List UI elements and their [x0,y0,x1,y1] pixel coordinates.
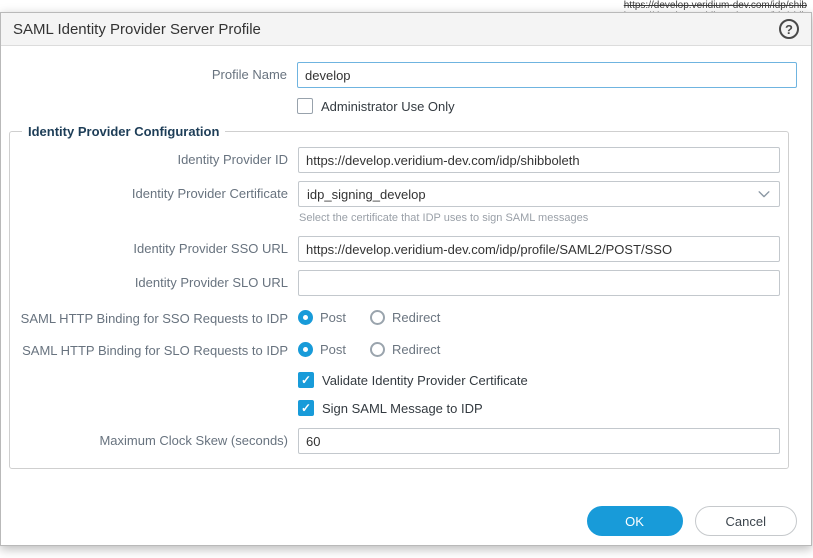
ok-button[interactable]: OK [587,506,683,536]
slo-binding-redirect-radio[interactable] [370,342,385,357]
saml-idp-server-profile-dialog: SAML Identity Provider Server Profile ? … [0,12,812,546]
slo-binding-label: SAML HTTP Binding for SLO Requests to ID… [10,338,298,358]
sso-binding-post-option[interactable]: Post [298,310,346,325]
sso-binding-redirect-option[interactable]: Redirect [370,310,440,325]
idp-certificate-select[interactable]: idp_signing_develop [298,181,780,207]
help-icon[interactable]: ? [779,19,799,39]
sso-binding-row: SAML HTTP Binding for SSO Requests to ID… [10,306,780,326]
identity-provider-configuration-legend: Identity Provider Configuration [22,124,225,139]
sso-binding-post-radio[interactable] [298,310,313,325]
cancel-button[interactable]: Cancel [695,506,797,536]
dialog-footer: OK Cancel [587,506,797,536]
idp-id-input[interactable] [298,147,780,173]
slo-binding-radio-group: Post Redirect [298,338,780,357]
slo-binding-post-option[interactable]: Post [298,342,346,357]
profile-name-label: Profile Name [1,62,297,82]
admin-use-only-label: Administrator Use Only [321,99,455,114]
profile-name-input[interactable] [297,62,797,88]
idp-certificate-help-row: Select the certificate that IDP uses to … [10,209,780,226]
dialog-header: SAML Identity Provider Server Profile ? [1,13,811,46]
sign-saml-label: Sign SAML Message to IDP [322,401,483,416]
validate-cert-checkbox[interactable]: ✓ [298,372,314,388]
sso-binding-radio-group: Post Redirect [298,306,780,325]
idp-id-label: Identity Provider ID [10,147,298,167]
idp-certificate-label: Identity Provider Certificate [10,181,298,201]
slo-binding-post-radio[interactable] [298,342,313,357]
idp-slo-url-row: Identity Provider SLO URL [10,270,780,296]
dialog-body: Profile Name Administrator Use Only Iden… [1,46,811,469]
clock-skew-input[interactable] [298,428,780,454]
idp-slo-url-input[interactable] [298,270,780,296]
identity-provider-configuration-group: Identity Provider Configuration Identity… [9,124,789,469]
clock-skew-row: Maximum Clock Skew (seconds) [10,428,780,454]
idp-sso-url-row: Identity Provider SSO URL [10,236,780,262]
clock-skew-label: Maximum Clock Skew (seconds) [10,428,298,448]
sign-saml-checkbox[interactable]: ✓ [298,400,314,416]
idp-certificate-help-text: Select the certificate that IDP uses to … [298,209,780,226]
dialog-title: SAML Identity Provider Server Profile [13,21,261,38]
admin-use-only-row: Administrator Use Only [1,96,797,114]
idp-slo-url-label: Identity Provider SLO URL [10,270,298,290]
slo-binding-row: SAML HTTP Binding for SLO Requests to ID… [10,338,780,358]
idp-id-row: Identity Provider ID [10,147,780,173]
idp-certificate-row: Identity Provider Certificate idp_signin… [10,181,780,207]
validate-cert-row: ✓ Validate Identity Provider Certificate [10,370,780,388]
admin-use-only-checkbox[interactable] [297,98,313,114]
profile-name-row: Profile Name [1,62,797,88]
sign-saml-row: ✓ Sign SAML Message to IDP [10,398,780,416]
idp-sso-url-label: Identity Provider SSO URL [10,236,298,256]
validate-cert-label: Validate Identity Provider Certificate [322,373,528,388]
slo-binding-redirect-option[interactable]: Redirect [370,342,440,357]
idp-certificate-value: idp_signing_develop [307,187,426,202]
sso-binding-redirect-radio[interactable] [370,310,385,325]
background-url-text: https://develop.veridium-dev.com/idp/shi… [624,0,807,11]
idp-sso-url-input[interactable] [298,236,780,262]
sso-binding-label: SAML HTTP Binding for SSO Requests to ID… [10,306,298,326]
chevron-down-icon [757,187,771,201]
